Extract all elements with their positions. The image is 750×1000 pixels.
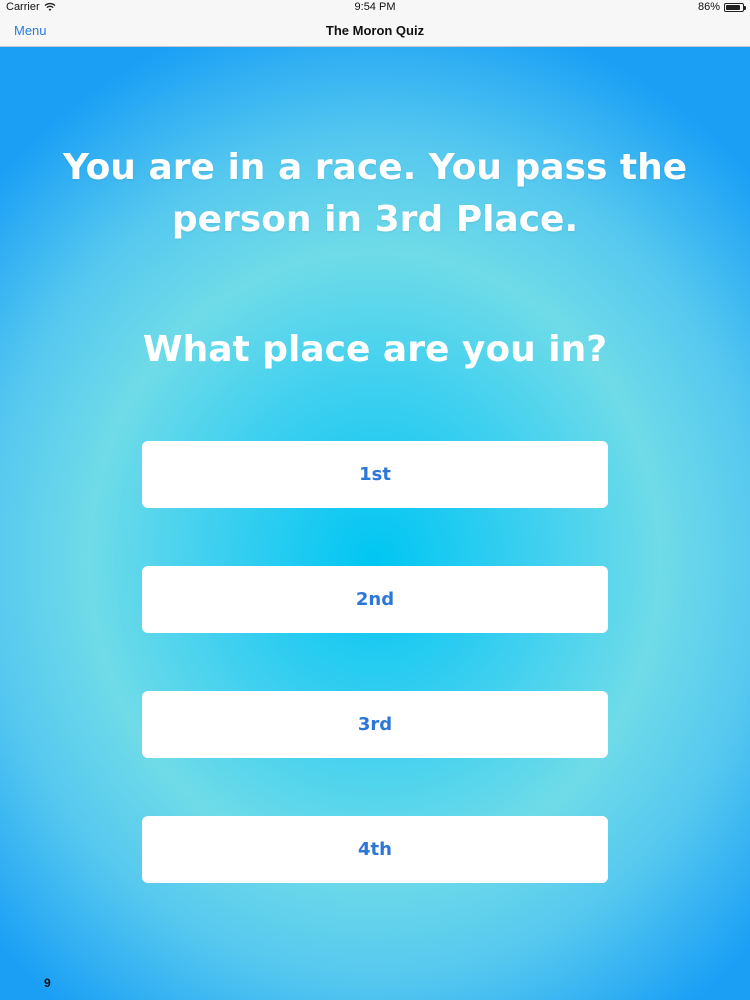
- status-bar: Carrier 9:54 PM 86%: [0, 0, 750, 16]
- battery-icon: [724, 2, 746, 12]
- answer-button-2nd[interactable]: 2nd: [142, 566, 608, 633]
- question-number: 9: [44, 976, 51, 990]
- question-prompt: What place are you in?: [142, 329, 608, 370]
- clock: 9:54 PM: [354, 1, 396, 13]
- battery-fill: [726, 4, 740, 10]
- battery-percent: 86%: [697, 1, 720, 13]
- answer-button-1st[interactable]: 1st: [142, 441, 608, 508]
- answer-button-4th[interactable]: 4th: [142, 816, 608, 883]
- navigation-bar: Menu The Moron Quiz: [0, 16, 750, 47]
- battery-info: 86%: [697, 1, 746, 13]
- question-text: You are in a race. You pass the person i…: [62, 147, 688, 240]
- answer-button-3rd[interactable]: 3rd: [142, 691, 608, 758]
- nav-title: The Moron Quiz: [325, 23, 425, 38]
